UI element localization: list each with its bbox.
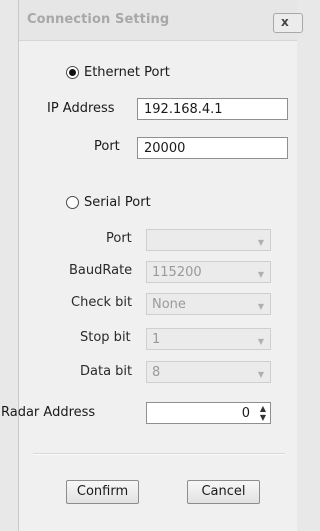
ethernet-port-label: Ethernet Port [84,65,170,80]
ethernet-port-value: 20000 [144,141,186,156]
check-bit-label: Check bit [71,295,133,310]
radar-address-spinbox[interactable]: 0 ▲ ▼ [146,402,271,424]
ethernet-port-input[interactable]: 20000 [137,137,288,159]
radio-checked-icon [66,66,79,79]
ip-address-label: IP Address [47,101,115,116]
confirm-button[interactable]: Confirm [66,480,139,504]
data-bit-select[interactable]: 8 ▼ [146,361,271,383]
window-title: Connection Setting [27,12,170,27]
cancel-button[interactable]: Cancel [187,480,260,504]
data-bit-label: Data bit [80,364,133,379]
ip-address-input[interactable]: 192.168.4.1 [137,98,288,120]
title-bar: Connection Setting x [19,0,303,41]
ethernet-port-number-label: Port [94,139,120,154]
baudrate-label: BaudRate [69,263,133,278]
radar-address-label: Radar Address [1,405,96,420]
radio-unchecked-icon [66,196,79,209]
chevron-down-icon: ▼ [257,238,264,247]
check-bit-select[interactable]: None ▼ [146,293,271,315]
stop-bit-select[interactable]: 1 ▼ [146,328,271,350]
stop-bit-label: Stop bit [80,330,131,345]
close-button[interactable]: x [273,13,303,33]
serial-port-select[interactable]: ▼ [146,229,271,251]
close-icon: x [281,15,289,29]
separator [33,453,285,455]
serial-port-name-label: Port [106,231,132,246]
serial-port-label: Serial Port [84,195,151,210]
radar-address-value: 0 [241,406,250,421]
spin-updown-icon[interactable]: ▲ ▼ [260,404,266,422]
serial-port-radio[interactable]: Serial Port [66,195,151,210]
connection-setting-dialog: Connection Setting x Ethernet Port IP Ad… [1,0,303,531]
ethernet-port-radio[interactable]: Ethernet Port [66,65,170,80]
chevron-down-icon: ▼ [257,270,264,279]
chevron-down-icon: ▼ [257,302,264,311]
chevron-down-icon: ▼ [257,370,264,379]
ip-address-value: 192.168.4.1 [144,102,223,117]
chevron-down-icon: ▼ [257,337,264,346]
baudrate-select[interactable]: 115200 ▼ [146,261,271,283]
